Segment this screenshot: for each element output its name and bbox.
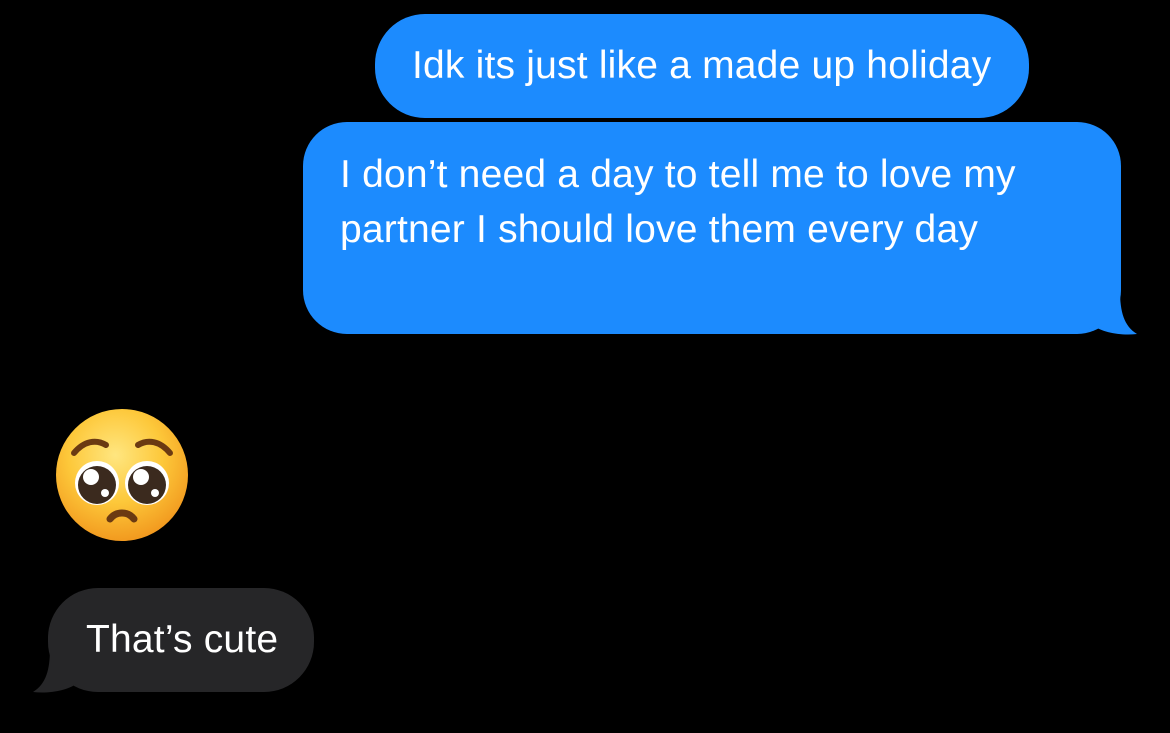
received-bubble-tail (33, 648, 90, 693)
message-text: Idk its just like a made up holiday (412, 44, 992, 87)
pleading-face-emoji[interactable] (52, 405, 192, 545)
sent-bubble-tail (1080, 290, 1137, 335)
sent-message-bubble[interactable]: I don’t need a day to tell me to love my… (303, 122, 1121, 334)
message-text: That’s cute (86, 618, 279, 661)
message-text: I don’t need a day to tell me to love my… (340, 153, 1016, 251)
message-thread: Idk its just like a made up holiday I do… (0, 0, 1170, 733)
sent-message-bubble[interactable]: Idk its just like a made up holiday (375, 14, 1030, 118)
